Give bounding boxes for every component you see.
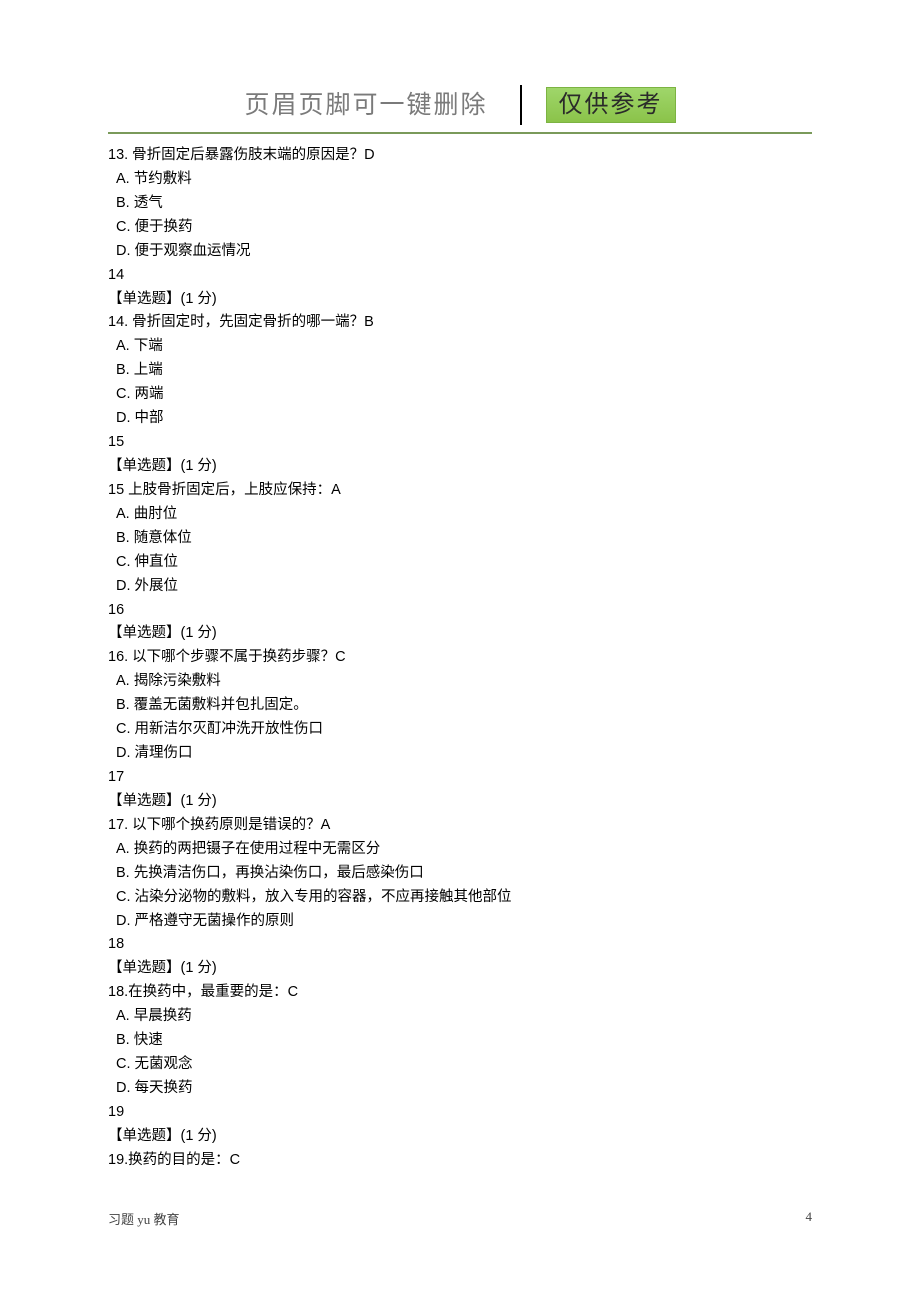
question-option: D. 外展位 [108,575,812,599]
header-divider [520,85,522,125]
header-title: 页眉页脚可一键删除 [244,93,487,118]
question-option: B. 透气 [108,192,812,216]
question-option: A. 揭除污染敷料 [108,670,812,694]
question-meta: 【单选题】(1 分) [108,288,812,312]
question-text: 19.换药的目的是：C [108,1149,812,1173]
question-seq: 17 [108,766,812,790]
footer-page-number: 4 [806,1209,813,1228]
question-option: C. 用新洁尔灭酊冲洗开放性伤口 [108,718,812,742]
question-text: 13. 骨折固定后暴露伤肢末端的原因是？D [108,144,812,168]
question-seq: 19 [108,1101,812,1125]
question-meta: 【单选题】(1 分) [108,622,812,646]
question-option: C. 便于换药 [108,216,812,240]
question-option: B. 随意体位 [108,527,812,551]
question-option: D. 便于观察血运情况 [108,240,812,264]
question-option: D. 每天换药 [108,1077,812,1101]
question-option: C. 无菌观念 [108,1053,812,1077]
question-option: B. 快速 [108,1029,812,1053]
question-seq: 14 [108,264,812,288]
question-option: B. 先换清洁伤口，再换沾染伤口，最后感染伤口 [108,862,812,886]
question-seq: 18 [108,933,812,957]
footer-left: 习题 yu 教育 [108,1209,180,1228]
question-option: D. 严格遵守无菌操作的原则 [108,910,812,934]
question-text: 14. 骨折固定时，先固定骨折的哪一端？B [108,311,812,335]
question-option: A. 节约敷料 [108,168,812,192]
header-badge: 仅供参考 [546,87,676,123]
question-text: 18.在换药中，最重要的是：C [108,981,812,1005]
question-meta: 【单选题】(1 分) [108,455,812,479]
document-content: 13. 骨折固定后暴露伤肢末端的原因是？DA. 节约敷料B. 透气C. 便于换药… [108,144,812,1173]
question-option: C. 沾染分泌物的敷料，放入专用的容器，不应再接触其他部位 [108,886,812,910]
question-option: D. 清理伤口 [108,742,812,766]
question-option: C. 伸直位 [108,551,812,575]
question-meta: 【单选题】(1 分) [108,1125,812,1149]
question-text: 16. 以下哪个步骤不属于换药步骤？C [108,646,812,670]
question-meta: 【单选题】(1 分) [108,790,812,814]
question-option: C. 两端 [108,383,812,407]
question-option: D. 中部 [108,407,812,431]
page-header: 页眉页脚可一键删除 仅供参考 [108,86,812,124]
question-text: 17. 以下哪个换药原则是错误的？A [108,814,812,838]
question-option: A. 曲肘位 [108,503,812,527]
question-text: 15 上肢骨折固定后，上肢应保持：A [108,479,812,503]
question-option: A. 换药的两把镊子在使用过程中无需区分 [108,838,812,862]
question-option: A. 下端 [108,335,812,359]
question-seq: 15 [108,431,812,455]
header-rule [108,132,812,134]
question-meta: 【单选题】(1 分) [108,957,812,981]
question-option: B. 覆盖无菌敷料并包扎固定。 [108,694,812,718]
page-footer: 习题 yu 教育 4 [108,1209,812,1228]
question-seq: 16 [108,599,812,623]
question-option: A. 早晨换药 [108,1005,812,1029]
question-option: B. 上端 [108,359,812,383]
